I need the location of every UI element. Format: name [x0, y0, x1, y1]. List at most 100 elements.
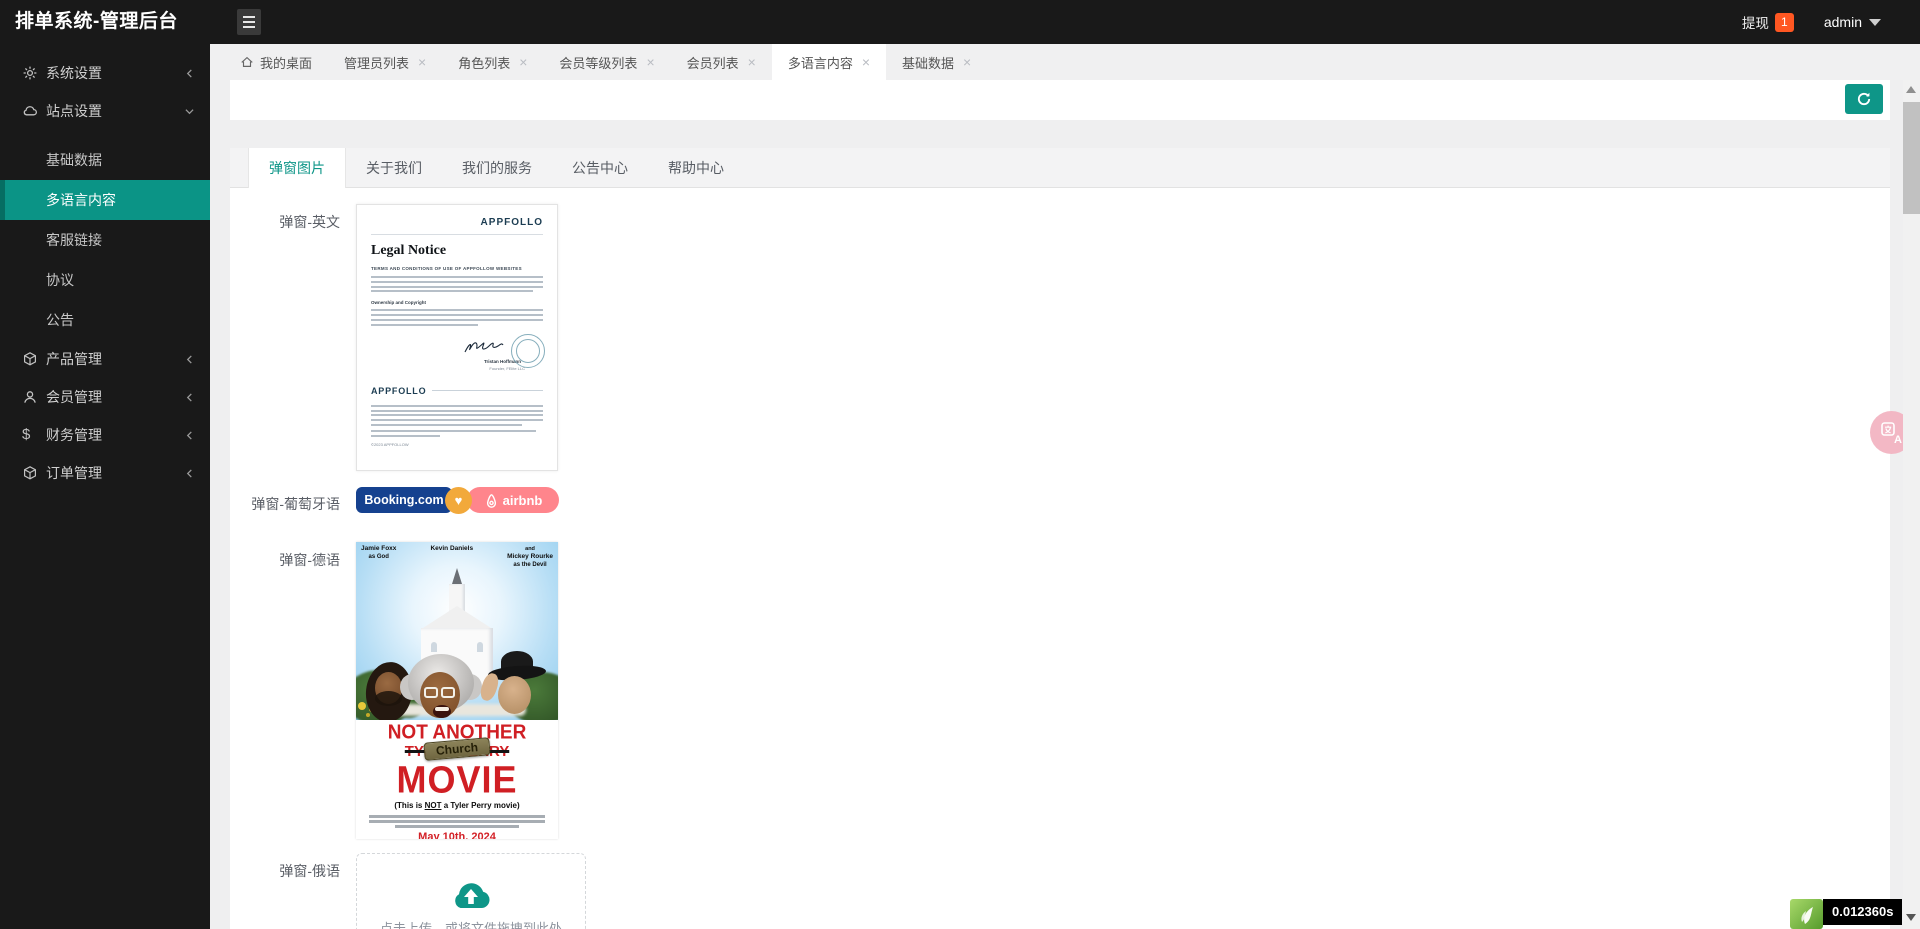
user-icon [22, 389, 38, 405]
panel-tab-announcement-center[interactable]: 公告中心 [552, 148, 648, 188]
close-icon[interactable]: × [418, 55, 426, 69]
tab-basic-data[interactable]: 基础数据× [886, 44, 987, 80]
close-icon[interactable]: × [519, 55, 527, 69]
signature-title: Founder, FElite LLC [489, 366, 525, 371]
tab-role-list[interactable]: 角色列表× [442, 44, 543, 80]
withdraw-link[interactable]: 提现 [1742, 12, 1769, 32]
top-bar: 排单系统-管理后台 提现 1 admin [0, 0, 1920, 44]
close-icon[interactable]: × [963, 55, 971, 69]
airbnb-logo: airbnb [467, 487, 559, 513]
doc-text-lines [371, 430, 543, 437]
booking-logo: Booking.com [356, 487, 452, 513]
sidebar-item-site-settings[interactable]: 站点设置 [0, 92, 210, 130]
panel-tab-help-center[interactable]: 帮助中心 [648, 148, 744, 188]
hamburger-icon [243, 16, 255, 18]
form-row-popup-english: 弹窗-英文 APPFOLLO Legal Notice TERMS AND CO… [230, 204, 1890, 471]
vertical-scrollbar [1903, 80, 1920, 929]
sidebar-item-agreement[interactable]: 协议 [0, 260, 210, 300]
sidebar: 系统设置 站点设置 基础数据 多语言内容 客服链接 协议 公告 产品管理 [0, 44, 210, 929]
box-icon [22, 465, 38, 481]
tab-member-level-list[interactable]: 会员等级列表× [543, 44, 670, 80]
sidebar-item-product-management[interactable]: 产品管理 [0, 340, 210, 378]
home-icon [240, 55, 254, 69]
refresh-icon [1856, 91, 1872, 107]
scroll-up-arrow[interactable] [1906, 86, 1916, 93]
panel-tab-about-us[interactable]: 关于我们 [346, 148, 442, 188]
chevron-down-icon [1869, 19, 1881, 26]
upload-dropzone[interactable]: 点击上传，或将文件拖拽到此处 [356, 853, 586, 929]
signature-icon [463, 340, 515, 356]
close-icon[interactable]: × [646, 55, 654, 69]
refresh-button[interactable] [1845, 84, 1883, 114]
poster-title-block: NOT ANOTHER TYLER PERRY Church MOVIE (Th… [356, 720, 558, 839]
form-row-popup-german: 弹窗-德语 [230, 542, 1890, 839]
popup-english-image[interactable]: APPFOLLO Legal Notice TERMS AND CONDITIO… [356, 204, 558, 471]
tab-multilang-content[interactable]: 多语言内容× [772, 44, 886, 80]
admin-app: 排单系统-管理后台 提现 1 admin 系统设置 站点设置 [0, 0, 1920, 929]
chevron-left-icon [185, 469, 194, 478]
trace-time: 0.012360s [1823, 899, 1902, 925]
poster-title-line3: MOVIE [356, 762, 558, 798]
translate-icon: A [1880, 421, 1904, 445]
doc-section-heading: Ownership and Copyright [371, 300, 543, 305]
scrollbar-thumb[interactable] [1903, 102, 1920, 214]
thinkphp-logo-icon [1796, 902, 1818, 926]
stamp-icon [511, 334, 545, 368]
form-label: 弹窗-葡萄牙语 [230, 486, 340, 514]
form-label: 弹窗-俄语 [230, 853, 340, 929]
sidebar-item-member-management[interactable]: 会员管理 [0, 378, 210, 416]
sidebar-item-finance-management[interactable]: $ 财务管理 [0, 416, 210, 454]
withdraw-badge: 1 [1775, 13, 1794, 32]
svg-text:A: A [1894, 434, 1902, 445]
sidebar-toggle-button[interactable] [237, 9, 261, 35]
panel-body: 弹窗-英文 APPFOLLO Legal Notice TERMS AND CO… [230, 188, 1890, 929]
tab-my-desktop[interactable]: 我的桌面 [224, 44, 328, 80]
tab-member-list[interactable]: 会员列表× [671, 44, 772, 80]
sidebar-item-basic-data[interactable]: 基础数据 [0, 140, 210, 180]
heart-icon: ♥ [445, 487, 472, 514]
doc-footer-brand: APPFOLLO [371, 386, 426, 396]
sidebar-item-announcement[interactable]: 公告 [0, 300, 210, 340]
poster-tagline: (This is NOT a Tyler Perry movie) [356, 801, 558, 810]
poster-cast-names: Jamie Foxxas God Kevin Daniels andMickey… [356, 545, 558, 569]
close-icon[interactable]: × [862, 55, 870, 69]
sidebar-item-order-management[interactable]: 订单管理 [0, 454, 210, 492]
chevron-left-icon [185, 355, 194, 364]
panel-tab-header: 弹窗图片 关于我们 我们的服务 公告中心 帮助中心 [230, 148, 1890, 188]
toolbar [230, 78, 1890, 120]
trace-toggle-button[interactable] [1790, 899, 1823, 929]
panel-tab-popup-images[interactable]: 弹窗图片 [248, 148, 346, 188]
tab-bar: 我的桌面 管理员列表× 角色列表× 会员等级列表× 会员列表× 多语言内容× 基… [210, 44, 1920, 80]
content-panel: 弹窗图片 关于我们 我们的服务 公告中心 帮助中心 弹窗-英文 APPFOLLO… [230, 148, 1890, 929]
panel-tab-our-services[interactable]: 我们的服务 [442, 148, 552, 188]
doc-text-lines [371, 309, 543, 325]
sidebar-item-service-links[interactable]: 客服链接 [0, 220, 210, 260]
doc-subtitle: TERMS AND CONDITIONS OF USE OF APPFOLLOW… [371, 266, 543, 271]
doc-text-lines [371, 405, 543, 426]
poster-release-date: May 10th, 2024 [356, 831, 558, 839]
cloud-upload-icon [450, 880, 492, 910]
popup-portuguese-image[interactable]: Booking.com ♥ airbnb [356, 486, 559, 514]
doc-copyright: ©2023 APPFOLLOW [371, 442, 543, 447]
flowers [358, 702, 366, 710]
chevron-left-icon [185, 393, 194, 402]
app-title: 排单系统-管理后台 [15, 0, 178, 44]
close-icon[interactable]: × [748, 55, 756, 69]
scroll-down-arrow[interactable] [1906, 914, 1916, 921]
form-label: 弹窗-德语 [230, 542, 340, 839]
chevron-left-icon [185, 431, 194, 440]
sidebar-item-multilang-content[interactable]: 多语言内容 [0, 180, 210, 220]
user-menu[interactable]: admin [1824, 14, 1881, 30]
form-row-popup-portuguese: 弹窗-葡萄牙语 Booking.com ♥ airbnb [230, 486, 1890, 514]
trace-bar: 0.012360s [1790, 899, 1902, 929]
sidebar-item-system-settings[interactable]: 系统设置 [0, 54, 210, 92]
dollar-icon: $ [22, 416, 38, 454]
airbnb-belo-icon [484, 493, 499, 508]
username: admin [1824, 14, 1862, 30]
church-steeple [452, 568, 462, 584]
tab-admin-list[interactable]: 管理员列表× [328, 44, 442, 80]
popup-german-image[interactable]: Jamie Foxxas God Kevin Daniels andMickey… [356, 542, 558, 839]
cloud-icon [22, 103, 38, 119]
doc-brand: APPFOLLO [371, 217, 543, 228]
sidebar-submenu-site-settings: 基础数据 多语言内容 客服链接 协议 公告 [0, 130, 210, 340]
